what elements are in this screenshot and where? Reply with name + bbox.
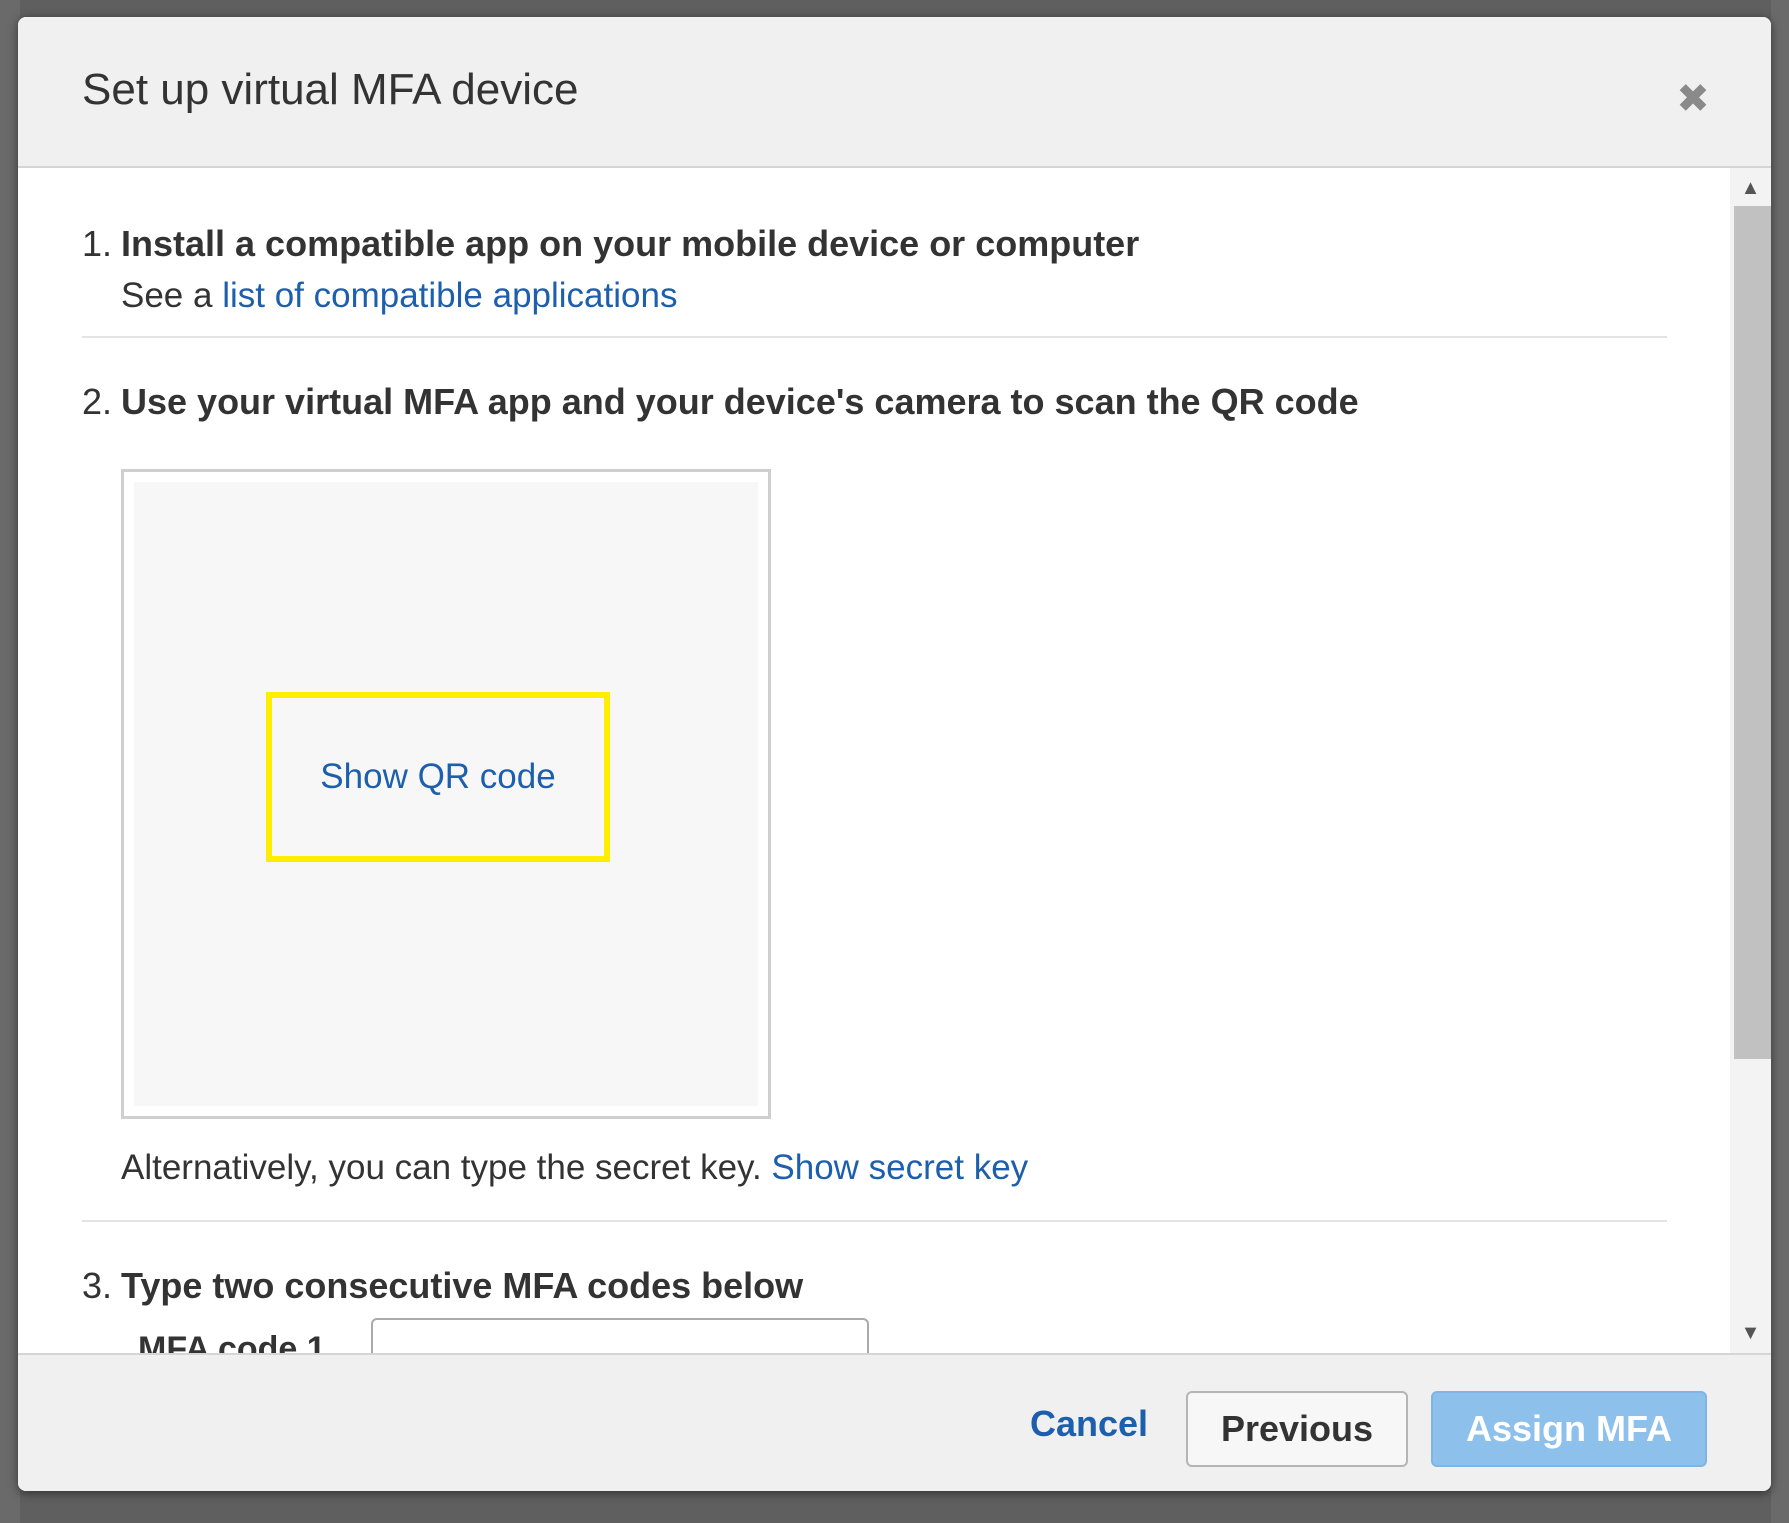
secret-key-text: Alternatively, you can type the secret k…: [121, 1148, 1028, 1188]
step-1-title: Install a compatible app on your mobile …: [121, 223, 1140, 264]
show-qr-code-link[interactable]: Show QR code: [320, 757, 555, 797]
dialog-footer: Cancel Previous Assign MFA: [18, 1353, 1771, 1491]
scroll-down-arrow-icon[interactable]: ▼: [1730, 1313, 1771, 1353]
step-1-subtext: See a list of compatible applications: [121, 276, 677, 316]
step-3: 3. Type two consecutive MFA codes below: [82, 1265, 1682, 1315]
qr-code-placeholder: Show QR code: [134, 482, 758, 1106]
previous-button[interactable]: Previous: [1186, 1391, 1408, 1467]
divider-2: [82, 1220, 1667, 1222]
backdrop-right-strip: [1771, 0, 1789, 1523]
show-secret-key-link[interactable]: Show secret key: [771, 1148, 1028, 1187]
step-1-number: 1.: [82, 223, 113, 264]
step-3-title: Type two consecutive MFA codes below: [121, 1265, 804, 1306]
backdrop-left-strip: [0, 0, 20, 1523]
cancel-button[interactable]: Cancel: [1030, 1391, 1148, 1457]
mfa-setup-dialog: Set up virtual MFA device ✖ 1. Install a…: [18, 17, 1771, 1491]
qr-code-box: Show QR code: [121, 469, 771, 1119]
mfa-code-1-label: MFA code 1: [138, 1330, 326, 1353]
qr-highlight-frame: Show QR code: [266, 692, 610, 862]
divider-1: [82, 336, 1667, 338]
secret-key-prefix: Alternatively, you can type the secret k…: [121, 1148, 772, 1187]
scroll-thumb[interactable]: [1734, 206, 1771, 1059]
dialog-title: Set up virtual MFA device: [82, 65, 579, 114]
step-3-number: 3.: [82, 1265, 113, 1306]
step-2: 2. Use your virtual MFA app and your dev…: [82, 381, 1682, 431]
compatible-apps-link[interactable]: list of compatible applications: [222, 276, 677, 315]
step-2-number: 2.: [82, 381, 113, 422]
scroll-up-arrow-icon[interactable]: ▲: [1730, 168, 1771, 208]
step-2-title: Use your virtual MFA app and your device…: [121, 381, 1359, 422]
step-1: 1. Install a compatible app on your mobi…: [82, 223, 1682, 316]
mfa-code-1-input[interactable]: [371, 1318, 869, 1353]
dialog-header: Set up virtual MFA device ✖: [18, 17, 1771, 168]
dialog-scrollbar[interactable]: ▲ ▼: [1730, 168, 1771, 1353]
dialog-body: 1. Install a compatible app on your mobi…: [18, 168, 1730, 1353]
assign-mfa-button[interactable]: Assign MFA: [1431, 1391, 1707, 1467]
step-1-sub-prefix: See a: [121, 276, 223, 315]
close-icon[interactable]: ✖: [1671, 77, 1715, 121]
